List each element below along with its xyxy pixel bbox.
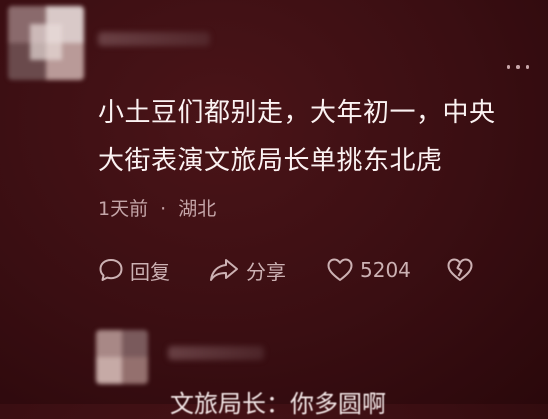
- reply-button[interactable]: 回复: [98, 255, 170, 285]
- heart-icon: [327, 258, 353, 281]
- reply-label: 回复: [130, 259, 170, 284]
- comment-text-line-1: 小土豆们都别走，大年初一，中央: [98, 98, 496, 128]
- share-button[interactable]: 分享: [208, 255, 286, 285]
- username[interactable]: [98, 32, 210, 46]
- like-count: 5204: [360, 258, 411, 282]
- comment-text-line-2: 大街表演文旅局长单挑东北虎: [98, 146, 443, 176]
- broken-heart-icon: [447, 258, 473, 281]
- like-button[interactable]: 5204: [326, 255, 411, 285]
- speech-bubble-icon: [99, 259, 123, 281]
- comment-time: 1天前: [98, 198, 149, 220]
- avatar-2[interactable]: [96, 330, 148, 384]
- avatar[interactable]: [8, 6, 84, 80]
- username-2[interactable]: [168, 346, 264, 360]
- comment-location: 湖北: [178, 198, 217, 220]
- share-arrow-icon: [210, 259, 238, 281]
- more-dots-icon[interactable]: [502, 60, 534, 74]
- share-label: 分享: [246, 259, 286, 284]
- comment-meta: 1天前 · 湖北: [98, 194, 216, 221]
- meta-separator: ·: [160, 198, 167, 220]
- next-comment-text: 文旅局长：你多圆啊: [170, 390, 386, 418]
- dislike-button[interactable]: [446, 255, 474, 285]
